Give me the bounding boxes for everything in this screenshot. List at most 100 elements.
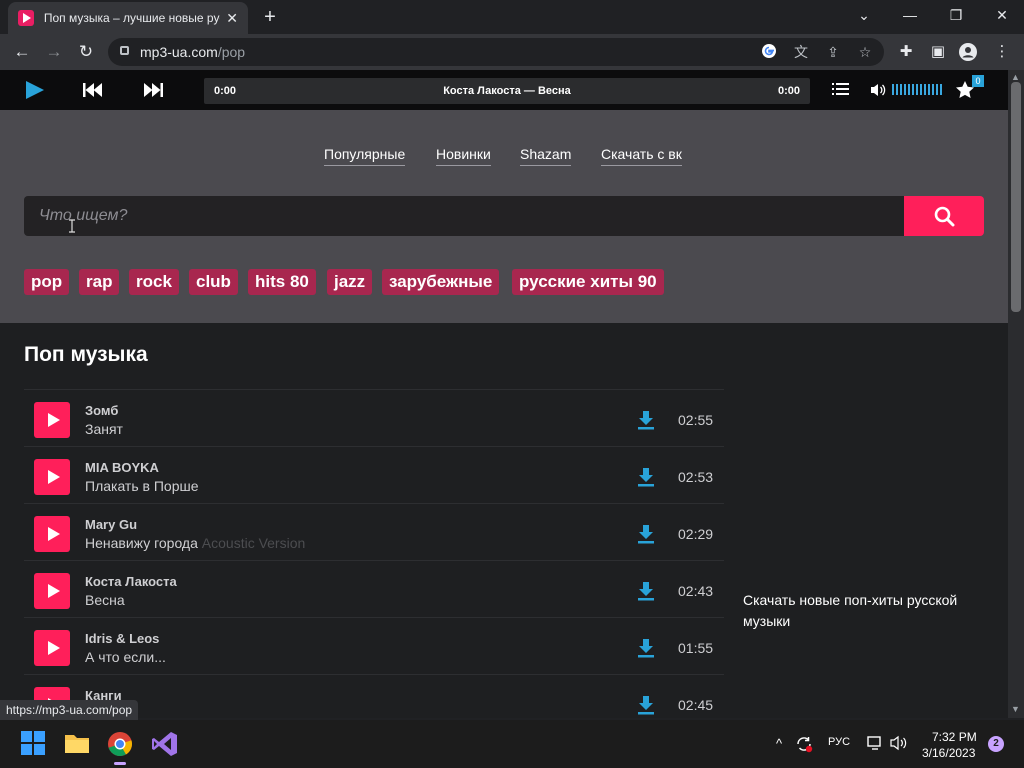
track-title[interactable]: Плакать в Порше — [85, 478, 199, 494]
text-cursor-icon — [69, 219, 75, 233]
back-button[interactable]: ← — [10, 40, 34, 64]
tag-russian-hits-90[interactable]: русские хиты 90 — [512, 269, 664, 295]
track-duration: 02:53 — [678, 469, 714, 485]
track-title[interactable]: Ненавижу города Acoustic Version — [85, 535, 305, 551]
track-duration: 01:55 — [678, 640, 714, 656]
tag-jazz[interactable]: jazz — [327, 269, 373, 295]
play-icon[interactable] — [24, 80, 48, 100]
lock-icon[interactable] — [120, 46, 129, 55]
forward-button[interactable]: → — [42, 40, 66, 64]
download-icon[interactable] — [637, 581, 655, 601]
scroll-down-icon[interactable]: ▼ — [1011, 704, 1020, 714]
track-play-button[interactable] — [34, 573, 70, 609]
chrome-icon[interactable] — [106, 730, 134, 765]
track-row: Коста Лакоста Весна 02:43 — [24, 560, 724, 617]
download-icon[interactable] — [637, 410, 655, 430]
clock-date[interactable]: 3/16/2023 — [922, 746, 975, 760]
track-title-text: Плакать в Порше — [85, 478, 199, 494]
track-play-button[interactable] — [34, 459, 70, 495]
input-language[interactable]: РУС — [828, 736, 850, 748]
site-header: Популярные Новинки Shazam Скачать с вк p… — [0, 110, 1008, 323]
status-bar-url: https://mp3-ua.com/pop — [0, 700, 139, 720]
search-input[interactable] — [24, 196, 904, 236]
minimize-button[interactable]: — — [890, 4, 930, 28]
file-explorer-icon[interactable] — [63, 730, 91, 758]
tab-search-icon[interactable]: ⌄ — [844, 4, 884, 28]
track-artist[interactable]: MIA BOYKA — [85, 460, 159, 475]
download-icon[interactable] — [637, 524, 655, 544]
volume-slider[interactable] — [892, 84, 944, 95]
scroll-up-icon[interactable]: ▲ — [1011, 72, 1020, 82]
nav-link-vk-download[interactable]: Скачать с вк — [601, 146, 682, 166]
search-box — [24, 196, 904, 236]
bookmark-star-icon[interactable]: ☆ — [856, 43, 874, 61]
reload-button[interactable]: ↻ — [74, 40, 98, 64]
tag-foreign[interactable]: зарубежные — [382, 269, 500, 295]
track-artist[interactable]: Зомб — [85, 403, 118, 418]
sync-status-icon[interactable] — [795, 735, 813, 753]
network-icon[interactable] — [866, 735, 884, 753]
speaker-icon[interactable] — [890, 735, 908, 753]
profile-icon[interactable] — [958, 42, 978, 62]
track-row: Idris & Leos А что если... 01:55 — [24, 617, 724, 674]
tag-hits-80[interactable]: hits 80 — [248, 269, 316, 295]
translate-icon[interactable]: 文 — [792, 43, 810, 61]
tag-club[interactable]: club — [189, 269, 238, 295]
track-play-button[interactable] — [34, 516, 70, 552]
nav-link-shazam[interactable]: Shazam — [520, 146, 572, 166]
track-progress-bar[interactable]: Коста Лакоста — Весна 0:00 0:00 — [204, 78, 810, 104]
nav-link-popular[interactable]: Популярные — [324, 146, 406, 166]
page-scrollbar[interactable]: ▲ ▼ — [1008, 70, 1024, 718]
playlist-icon[interactable] — [832, 81, 856, 101]
tab-close-icon[interactable]: ✕ — [226, 10, 238, 27]
track-duration: 02:43 — [678, 583, 714, 599]
scrollbar-thumb[interactable] — [1011, 82, 1021, 312]
windows-start-icon[interactable] — [20, 730, 48, 758]
tag-pop[interactable]: pop — [24, 269, 70, 295]
nav-link-new[interactable]: Новинки — [436, 146, 491, 166]
new-tab-button[interactable]: + — [258, 6, 282, 30]
close-window-button[interactable]: ✕ — [982, 4, 1022, 28]
browser-menu-icon[interactable]: ⋮ — [992, 42, 1012, 62]
browser-toolbar: ← → ↻ mp3-ua.com/pop 文 ⇪ ☆ ✚ ▣ ⋮ — [0, 34, 1024, 70]
track-artist[interactable]: Mary Gu — [85, 517, 137, 532]
track-title[interactable]: А что если... — [85, 649, 166, 665]
download-icon[interactable] — [637, 467, 655, 487]
track-artist[interactable]: Коста Лакоста — [85, 574, 177, 589]
google-lens-icon[interactable] — [760, 43, 778, 61]
track-row: Mary Gu Ненавижу города Acoustic Version… — [24, 503, 724, 560]
track-title-text: Весна — [85, 592, 125, 608]
total-time: 0:00 — [777, 85, 800, 97]
track-title[interactable]: Весна — [85, 592, 125, 608]
search-icon — [934, 206, 955, 227]
browser-tab[interactable]: Поп музыка – лучшие новые русские ✕ — [8, 2, 248, 34]
track-title-extra: Acoustic Version — [201, 535, 306, 551]
active-app-indicator — [114, 762, 126, 765]
search-button[interactable] — [904, 196, 984, 236]
download-icon[interactable] — [637, 695, 655, 715]
notification-badge[interactable]: 2 — [988, 736, 1004, 752]
site-favicon-icon — [18, 10, 34, 26]
tag-rap[interactable]: rap — [79, 269, 120, 295]
track-play-button[interactable] — [34, 402, 70, 438]
track-play-button[interactable] — [34, 630, 70, 666]
next-track-icon[interactable] — [142, 80, 166, 100]
clock-time[interactable]: 7:32 PM — [932, 730, 977, 744]
volume-icon[interactable] — [870, 82, 894, 102]
address-bar[interactable]: mp3-ua.com/pop 文 ⇪ ☆ — [108, 38, 884, 66]
address-url[interactable]: mp3-ua.com/pop — [140, 44, 245, 60]
tag-rock[interactable]: rock — [129, 269, 179, 295]
side-panel-icon[interactable]: ▣ — [928, 42, 948, 62]
show-hidden-icons-chevron-icon[interactable]: ^ — [770, 735, 788, 753]
previous-track-icon[interactable] — [82, 80, 106, 100]
share-icon[interactable]: ⇪ — [824, 43, 842, 61]
track-title[interactable]: Занят — [85, 421, 123, 437]
download-icon[interactable] — [637, 638, 655, 658]
favorites-count-badge: 0 — [972, 75, 984, 87]
track-title-text: Занят — [85, 421, 123, 437]
track-duration: 02:29 — [678, 526, 714, 542]
track-artist[interactable]: Idris & Leos — [85, 631, 159, 646]
visual-studio-icon[interactable] — [151, 730, 179, 758]
extensions-icon[interactable]: ✚ — [896, 42, 916, 62]
restore-button[interactable]: ❐ — [936, 4, 976, 28]
